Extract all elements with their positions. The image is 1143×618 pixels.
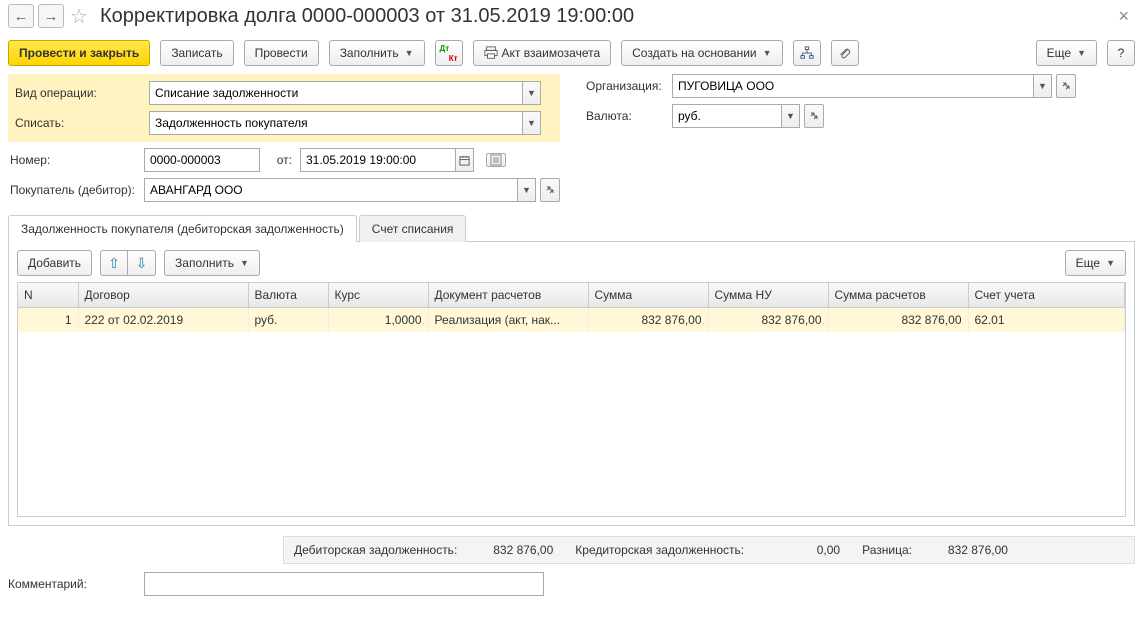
date-input[interactable] (300, 148, 456, 172)
col-n[interactable]: N (18, 283, 78, 308)
table-more-button[interactable]: Еще ▼ (1065, 250, 1126, 276)
col-rate[interactable]: Курс (328, 283, 428, 308)
move-down-button[interactable]: ⇩ (128, 250, 156, 276)
write-off-label: Списать: (13, 116, 141, 130)
diff-label: Разница: (862, 543, 912, 557)
fill-label: Заполнить (340, 46, 399, 60)
col-contract[interactable]: Договор (78, 283, 248, 308)
col-currency[interactable]: Валюта (248, 283, 328, 308)
cell-rate[interactable]: 1,0000 (328, 308, 428, 333)
currency-label: Валюта: (580, 109, 664, 123)
create-based-button[interactable]: Создать на основании ▼ (621, 40, 782, 66)
cell-doc[interactable]: Реализация (акт, нак... (428, 308, 588, 333)
table-fill-button[interactable]: Заполнить ▼ (164, 250, 260, 276)
chevron-down-icon: ▼ (405, 48, 414, 58)
more-button[interactable]: Еще ▼ (1036, 40, 1097, 66)
chevron-down-icon: ▼ (763, 48, 772, 58)
help-button[interactable]: ? (1107, 40, 1135, 66)
org-dropdown[interactable]: ▼ (1034, 74, 1052, 98)
number-input[interactable] (144, 148, 260, 172)
currency-open-button[interactable] (804, 104, 824, 128)
structure-button[interactable] (793, 40, 821, 66)
operation-type-label: Вид операции: (13, 86, 141, 100)
tab-writeoff-account[interactable]: Счет списания (359, 215, 467, 242)
number-label: Номер: (8, 153, 136, 167)
org-label: Организация: (580, 79, 664, 93)
col-sum[interactable]: Сумма (588, 283, 708, 308)
credit-label: Кредиторская задолженность: (575, 543, 744, 557)
attachment-button[interactable] (831, 40, 859, 66)
debit-value: 832 876,00 (463, 543, 553, 557)
close-icon[interactable]: × (1112, 6, 1135, 27)
act-label: Акт взаимозачета (502, 46, 601, 60)
org-input[interactable] (672, 74, 1034, 98)
post-and-close-button[interactable]: Провести и закрыть (8, 40, 150, 66)
calendar-button[interactable] (456, 148, 474, 172)
chevron-down-icon: ▼ (1077, 48, 1086, 58)
org-open-button[interactable] (1056, 74, 1076, 98)
status-icon (490, 154, 502, 166)
paperclip-icon (838, 46, 852, 60)
buyer-dropdown[interactable]: ▼ (518, 178, 536, 202)
table-fill-label: Заполнить (175, 256, 234, 270)
structure-icon (800, 46, 814, 60)
operation-type-input[interactable] (149, 81, 523, 105)
currency-input[interactable] (672, 104, 782, 128)
cell-n[interactable]: 1 (18, 308, 78, 333)
from-label: от: (268, 153, 292, 167)
diff-value: 832 876,00 (918, 543, 1008, 557)
open-icon (1061, 81, 1071, 91)
chevron-down-icon: ▼ (240, 258, 249, 268)
buyer-input[interactable] (144, 178, 518, 202)
write-off-input[interactable] (149, 111, 523, 135)
buyer-open-button[interactable] (540, 178, 560, 202)
dtkt-icon (440, 46, 458, 61)
write-off-dropdown[interactable]: ▼ (523, 111, 541, 135)
arrow-down-icon: ⇩ (136, 255, 148, 272)
cell-currency[interactable]: руб. (248, 308, 328, 333)
page-title: Корректировка долга 0000-000003 от 31.05… (100, 5, 634, 28)
arrow-up-icon: ⇧ (108, 255, 120, 272)
credit-value: 0,00 (750, 543, 840, 557)
favorite-star-icon[interactable]: ☆ (68, 5, 90, 27)
debit-label: Дебиторская задолженность: (294, 543, 457, 557)
act-button[interactable]: Акт взаимозачета (473, 40, 612, 66)
status-indicator[interactable] (486, 153, 506, 167)
fill-button[interactable]: Заполнить ▼ (329, 40, 425, 66)
cell-sum[interactable]: 832 876,00 (588, 308, 708, 333)
more-label: Еще (1047, 46, 1071, 60)
col-sum-calc[interactable]: Сумма расчетов (828, 283, 968, 308)
nav-forward-button[interactable]: → (38, 4, 64, 28)
col-doc[interactable]: Документ расчетов (428, 283, 588, 308)
open-icon (809, 111, 819, 121)
calendar-icon (459, 155, 470, 166)
create-based-label: Создать на основании (632, 46, 757, 60)
open-icon (545, 185, 555, 195)
currency-dropdown[interactable]: ▼ (782, 104, 800, 128)
col-sum-nu[interactable]: Сумма НУ (708, 283, 828, 308)
move-up-button[interactable]: ⇧ (100, 250, 128, 276)
buyer-label: Покупатель (дебитор): (8, 183, 136, 197)
cell-contract[interactable]: 222 от 02.02.2019 (78, 308, 248, 333)
dt-kt-button[interactable] (435, 40, 463, 66)
post-button[interactable]: Провести (244, 40, 319, 66)
table-row[interactable]: 1222 от 02.02.2019руб.1,0000Реализация (… (18, 308, 1125, 333)
tab-debtor-debt[interactable]: Задолженность покупателя (дебиторская за… (8, 215, 357, 242)
col-account[interactable]: Счет учета (968, 283, 1125, 308)
comment-input[interactable] (144, 572, 544, 596)
cell-sum-calc[interactable]: 832 876,00 (828, 308, 968, 333)
comment-label: Комментарий: (8, 577, 136, 591)
operation-type-dropdown[interactable]: ▼ (523, 81, 541, 105)
table-more-label: Еще (1076, 256, 1100, 270)
cell-sum-nu[interactable]: 832 876,00 (708, 308, 828, 333)
print-icon (484, 46, 498, 60)
save-button[interactable]: Записать (160, 40, 233, 66)
add-row-button[interactable]: Добавить (17, 250, 92, 276)
nav-back-button[interactable]: ← (8, 4, 34, 28)
cell-account[interactable]: 62.01 (968, 308, 1125, 333)
chevron-down-icon: ▼ (1106, 258, 1115, 268)
